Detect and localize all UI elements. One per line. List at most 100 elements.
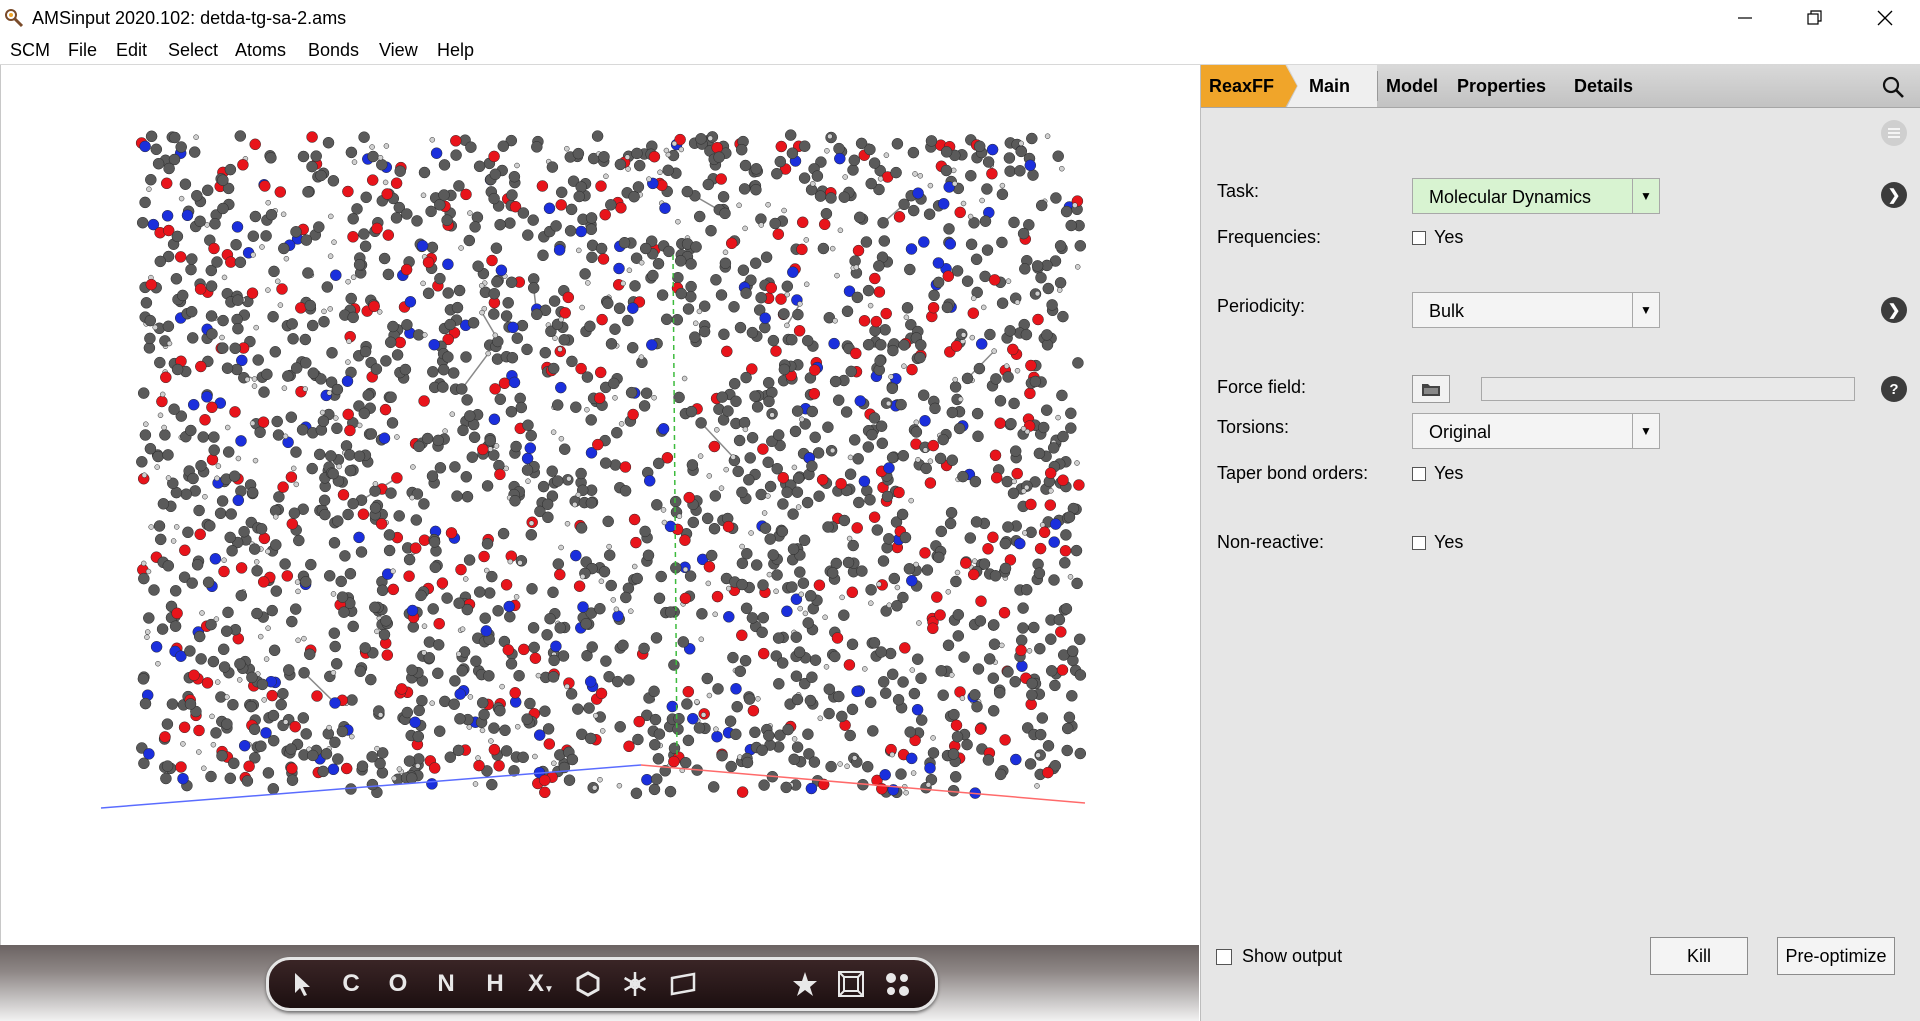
atom[interactable]	[570, 401, 582, 413]
atom[interactable]	[792, 472, 805, 484]
atom[interactable]	[919, 415, 931, 427]
atom[interactable]	[418, 534, 431, 546]
atom[interactable]	[207, 655, 220, 668]
atom[interactable]	[803, 237, 810, 243]
atom[interactable]	[193, 724, 205, 737]
atom[interactable]	[929, 402, 941, 415]
atom[interactable]	[366, 778, 379, 791]
atom[interactable]	[547, 671, 560, 683]
atom[interactable]	[1011, 467, 1023, 480]
atom[interactable]	[315, 169, 327, 182]
atom[interactable]	[221, 274, 228, 281]
atom[interactable]	[952, 608, 965, 621]
atom[interactable]	[1037, 421, 1050, 434]
atom[interactable]	[717, 191, 730, 203]
atom[interactable]	[566, 753, 579, 766]
atom[interactable]	[156, 395, 168, 408]
atom[interactable]	[851, 685, 863, 698]
atom[interactable]	[1002, 666, 1014, 678]
atom[interactable]	[1032, 313, 1044, 326]
atom[interactable]	[577, 601, 589, 613]
atom[interactable]	[354, 665, 367, 678]
atom[interactable]	[248, 543, 261, 555]
atom[interactable]	[958, 651, 970, 663]
menu-scm[interactable]: SCM	[10, 40, 50, 61]
atom[interactable]	[638, 354, 645, 360]
atom[interactable]	[170, 273, 183, 285]
atom[interactable]	[442, 351, 454, 363]
atom[interactable]	[438, 189, 450, 201]
atom[interactable]	[744, 452, 756, 464]
atom[interactable]	[152, 324, 158, 331]
restore-button[interactable]	[1780, 0, 1850, 36]
menu-edit[interactable]: Edit	[116, 40, 147, 61]
atom[interactable]	[346, 694, 358, 706]
atom[interactable]	[342, 408, 354, 421]
atom[interactable]	[205, 310, 218, 322]
atom[interactable]	[983, 653, 996, 665]
atom[interactable]	[993, 687, 1006, 699]
atom[interactable]	[1049, 679, 1061, 692]
atom[interactable]	[271, 415, 283, 428]
atom[interactable]	[249, 420, 256, 427]
atom[interactable]	[974, 723, 987, 735]
atom[interactable]	[1041, 329, 1053, 341]
atom[interactable]	[950, 719, 963, 732]
atom[interactable]	[295, 588, 301, 595]
atom[interactable]	[217, 174, 229, 186]
atom[interactable]	[194, 528, 206, 541]
atom[interactable]	[321, 308, 327, 315]
atom[interactable]	[984, 328, 996, 341]
atom[interactable]	[584, 732, 597, 745]
atom[interactable]	[738, 416, 751, 429]
atom[interactable]	[791, 736, 798, 742]
atom[interactable]	[377, 154, 384, 161]
atom[interactable]	[1045, 633, 1057, 645]
atom[interactable]	[141, 472, 148, 478]
atom[interactable]	[558, 443, 571, 455]
atom[interactable]	[619, 461, 632, 473]
atom[interactable]	[136, 216, 149, 229]
atom[interactable]	[757, 579, 769, 591]
atom[interactable]	[686, 459, 699, 471]
atom[interactable]	[937, 198, 950, 210]
atom[interactable]	[409, 494, 415, 501]
atom[interactable]	[157, 412, 164, 419]
atom[interactable]	[784, 291, 790, 298]
atom[interactable]	[915, 714, 928, 726]
atom[interactable]	[544, 612, 556, 625]
atom[interactable]	[595, 242, 608, 255]
atom[interactable]	[1009, 675, 1021, 688]
atom[interactable]	[358, 228, 370, 240]
atom[interactable]	[229, 406, 241, 418]
atom[interactable]	[180, 741, 186, 747]
atom[interactable]	[772, 228, 785, 240]
atom[interactable]	[1033, 447, 1046, 460]
atom[interactable]	[756, 744, 768, 756]
atom[interactable]	[898, 198, 910, 211]
atom[interactable]	[327, 253, 334, 259]
atom[interactable]	[1014, 537, 1026, 550]
atom[interactable]	[249, 210, 262, 223]
atom[interactable]	[170, 538, 177, 544]
atom[interactable]	[517, 207, 530, 219]
atom[interactable]	[730, 395, 742, 408]
atom[interactable]	[244, 376, 251, 383]
atom[interactable]	[330, 269, 342, 281]
breadcrumb-engine[interactable]: ReaxFF	[1201, 65, 1297, 107]
atom[interactable]	[236, 677, 243, 683]
atom[interactable]	[627, 302, 639, 314]
atom[interactable]	[346, 338, 352, 345]
atom[interactable]	[551, 399, 564, 411]
atom[interactable]	[868, 600, 874, 606]
atom[interactable]	[736, 786, 749, 798]
atom[interactable]	[196, 749, 202, 755]
atom[interactable]	[792, 308, 804, 321]
atom[interactable]	[771, 569, 783, 581]
atom[interactable]	[181, 209, 194, 222]
atom[interactable]	[160, 772, 172, 785]
atom[interactable]	[1060, 603, 1073, 615]
atom[interactable]	[550, 429, 557, 435]
atom[interactable]	[952, 376, 958, 383]
atom[interactable]	[302, 267, 314, 279]
